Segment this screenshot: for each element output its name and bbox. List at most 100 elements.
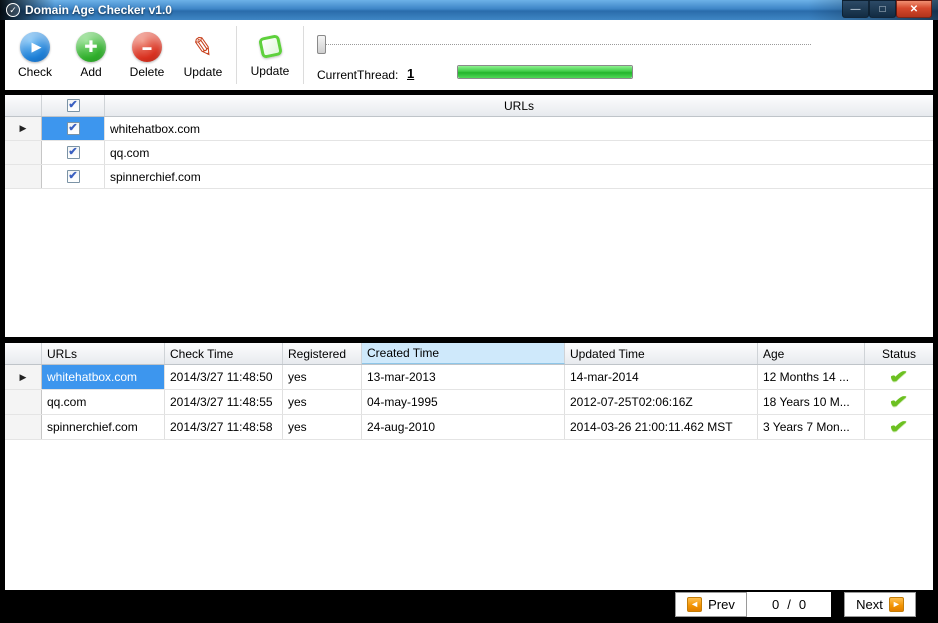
pencil-icon: ✎: [190, 30, 217, 63]
url-checkbox[interactable]: ✔: [67, 122, 80, 135]
result-check-time-cell[interactable]: 2014/3/27 11:48:50: [165, 365, 283, 389]
result-url-cell[interactable]: whitehatbox.com: [42, 365, 165, 389]
row-selector: [5, 141, 42, 164]
result-status-cell[interactable]: ✔: [865, 415, 933, 439]
url-checkbox[interactable]: ✔: [67, 170, 80, 183]
result-url-cell[interactable]: qq.com: [42, 390, 165, 414]
update-tag-button-label: Update: [251, 64, 290, 78]
close-icon: ✕: [910, 4, 918, 15]
update-tag-button[interactable]: Update: [242, 22, 298, 88]
result-created-cell[interactable]: 13-mar-2013: [362, 365, 565, 389]
next-button[interactable]: Next ►: [844, 592, 916, 617]
result-registered-cell[interactable]: yes: [283, 390, 362, 414]
url-checkbox-cell[interactable]: ✔: [42, 165, 105, 188]
result-row[interactable]: ▶ whitehatbox.com 2014/3/27 11:48:50 yes…: [5, 365, 933, 390]
row-selector: [5, 415, 42, 439]
result-age-cell[interactable]: 18 Years 10 M...: [758, 390, 865, 414]
status-ok-icon: ✔: [889, 416, 909, 438]
delete-button[interactable]: ▬ Delete: [119, 22, 175, 88]
row-selector: ▶: [5, 365, 42, 389]
current-thread-value: 1: [407, 66, 414, 81]
check-all-checkbox[interactable]: ✔: [67, 99, 80, 112]
url-cell[interactable]: whitehatbox.com: [105, 117, 933, 140]
add-button[interactable]: ✚ Add: [63, 22, 119, 88]
total-pages: 0: [799, 597, 806, 612]
corner-cell: [5, 343, 42, 364]
thread-slider-handle[interactable]: [317, 35, 326, 54]
app-icon-glyph: ✓: [9, 5, 17, 15]
minimize-button[interactable]: —: [842, 0, 869, 18]
result-created-cell[interactable]: 24-aug-2010: [362, 415, 565, 439]
result-status-cell[interactable]: ✔: [865, 390, 933, 414]
result-age-cell[interactable]: 12 Months 14 ...: [758, 365, 865, 389]
results-grid: URLs Check Time Registered Created Time …: [5, 343, 933, 590]
col-header-created-time[interactable]: Created Time: [362, 343, 565, 364]
pagination-bar: ◄ Prev 0 / 0 Next ►: [0, 590, 938, 623]
check-button-label: Check: [18, 65, 52, 79]
thread-slider-track[interactable]: [319, 44, 811, 45]
url-checkbox[interactable]: ✔: [67, 146, 80, 159]
close-button[interactable]: ✕: [896, 0, 932, 18]
result-status-cell[interactable]: ✔: [865, 365, 933, 389]
update-button[interactable]: ✎ Update: [175, 22, 231, 88]
urls-column-header[interactable]: URLs: [105, 95, 933, 116]
app-window: ✓ Domain Age Checker v1.0 — □ ✕ ▶ Check …: [0, 0, 938, 623]
tag-icon: [258, 34, 283, 59]
result-updated-cell[interactable]: 14-mar-2014: [565, 365, 758, 389]
url-checkbox-cell[interactable]: ✔: [42, 117, 105, 140]
col-header-check-time[interactable]: Check Time: [165, 343, 283, 364]
check-button[interactable]: ▶ Check: [7, 22, 63, 88]
corner-cell: [5, 95, 42, 116]
status-ok-icon: ✔: [889, 366, 909, 388]
prev-button-label: Prev: [708, 597, 735, 612]
toolbar-separator: [303, 26, 304, 84]
result-check-time-cell[interactable]: 2014/3/27 11:48:58: [165, 415, 283, 439]
col-header-status[interactable]: Status: [865, 343, 933, 364]
window-controls: — □ ✕: [842, 0, 932, 19]
progress-fill: [458, 66, 632, 78]
selected-row-arrow-icon: ▶: [20, 372, 27, 383]
toolbar-right: CurrentThread: 1: [309, 22, 931, 88]
titlebar[interactable]: ✓ Domain Age Checker v1.0 — □ ✕: [0, 0, 938, 20]
current-page: 0: [772, 597, 779, 612]
col-header-updated-time[interactable]: Updated Time: [565, 343, 758, 364]
row-selector: [5, 165, 42, 188]
col-header-urls[interactable]: URLs: [42, 343, 165, 364]
result-url-cell[interactable]: spinnerchief.com: [42, 415, 165, 439]
url-row[interactable]: ✔ qq.com: [5, 141, 933, 165]
col-header-registered[interactable]: Registered: [283, 343, 362, 364]
row-selector: ▶: [5, 117, 42, 140]
window-title: Domain Age Checker v1.0: [25, 3, 172, 17]
result-check-time-cell[interactable]: 2014/3/27 11:48:55: [165, 390, 283, 414]
maximize-icon: □: [879, 4, 885, 15]
plus-icon: ✚: [76, 32, 106, 62]
url-row[interactable]: ▶ ✔ whitehatbox.com: [5, 117, 933, 141]
url-cell[interactable]: qq.com: [105, 141, 933, 164]
delete-button-label: Delete: [130, 65, 165, 79]
url-cell[interactable]: spinnerchief.com: [105, 165, 933, 188]
current-thread-label: CurrentThread:: [317, 68, 398, 82]
result-registered-cell[interactable]: yes: [283, 415, 362, 439]
progress-bar: [457, 65, 633, 79]
prev-button[interactable]: ◄ Prev: [675, 592, 747, 617]
toolbar: ▶ Check ✚ Add ▬ Delete ✎ Update Update C…: [5, 20, 933, 90]
result-created-cell[interactable]: 04-may-1995: [362, 390, 565, 414]
url-checkbox-cell[interactable]: ✔: [42, 141, 105, 164]
maximize-button[interactable]: □: [869, 0, 896, 18]
update-button-label: Update: [184, 65, 223, 79]
next-button-label: Next: [856, 597, 883, 612]
minimize-icon: —: [851, 4, 861, 15]
col-header-age[interactable]: Age: [758, 343, 865, 364]
check-all-header[interactable]: ✔: [42, 95, 105, 116]
result-registered-cell[interactable]: yes: [283, 365, 362, 389]
result-updated-cell[interactable]: 2012-07-25T02:06:16Z: [565, 390, 758, 414]
toolbar-separator: [236, 26, 237, 84]
result-row[interactable]: qq.com 2014/3/27 11:48:55 yes 04-may-199…: [5, 390, 933, 415]
play-icon: ▶: [20, 32, 50, 62]
result-updated-cell[interactable]: 2014-03-26 21:00:11.462 MST: [565, 415, 758, 439]
result-row[interactable]: spinnerchief.com 2014/3/27 11:48:58 yes …: [5, 415, 933, 440]
result-age-cell[interactable]: 3 Years 7 Mon...: [758, 415, 865, 439]
selected-row-arrow-icon: ▶: [20, 123, 27, 134]
url-row[interactable]: ✔ spinnerchief.com: [5, 165, 933, 189]
add-button-label: Add: [80, 65, 101, 79]
